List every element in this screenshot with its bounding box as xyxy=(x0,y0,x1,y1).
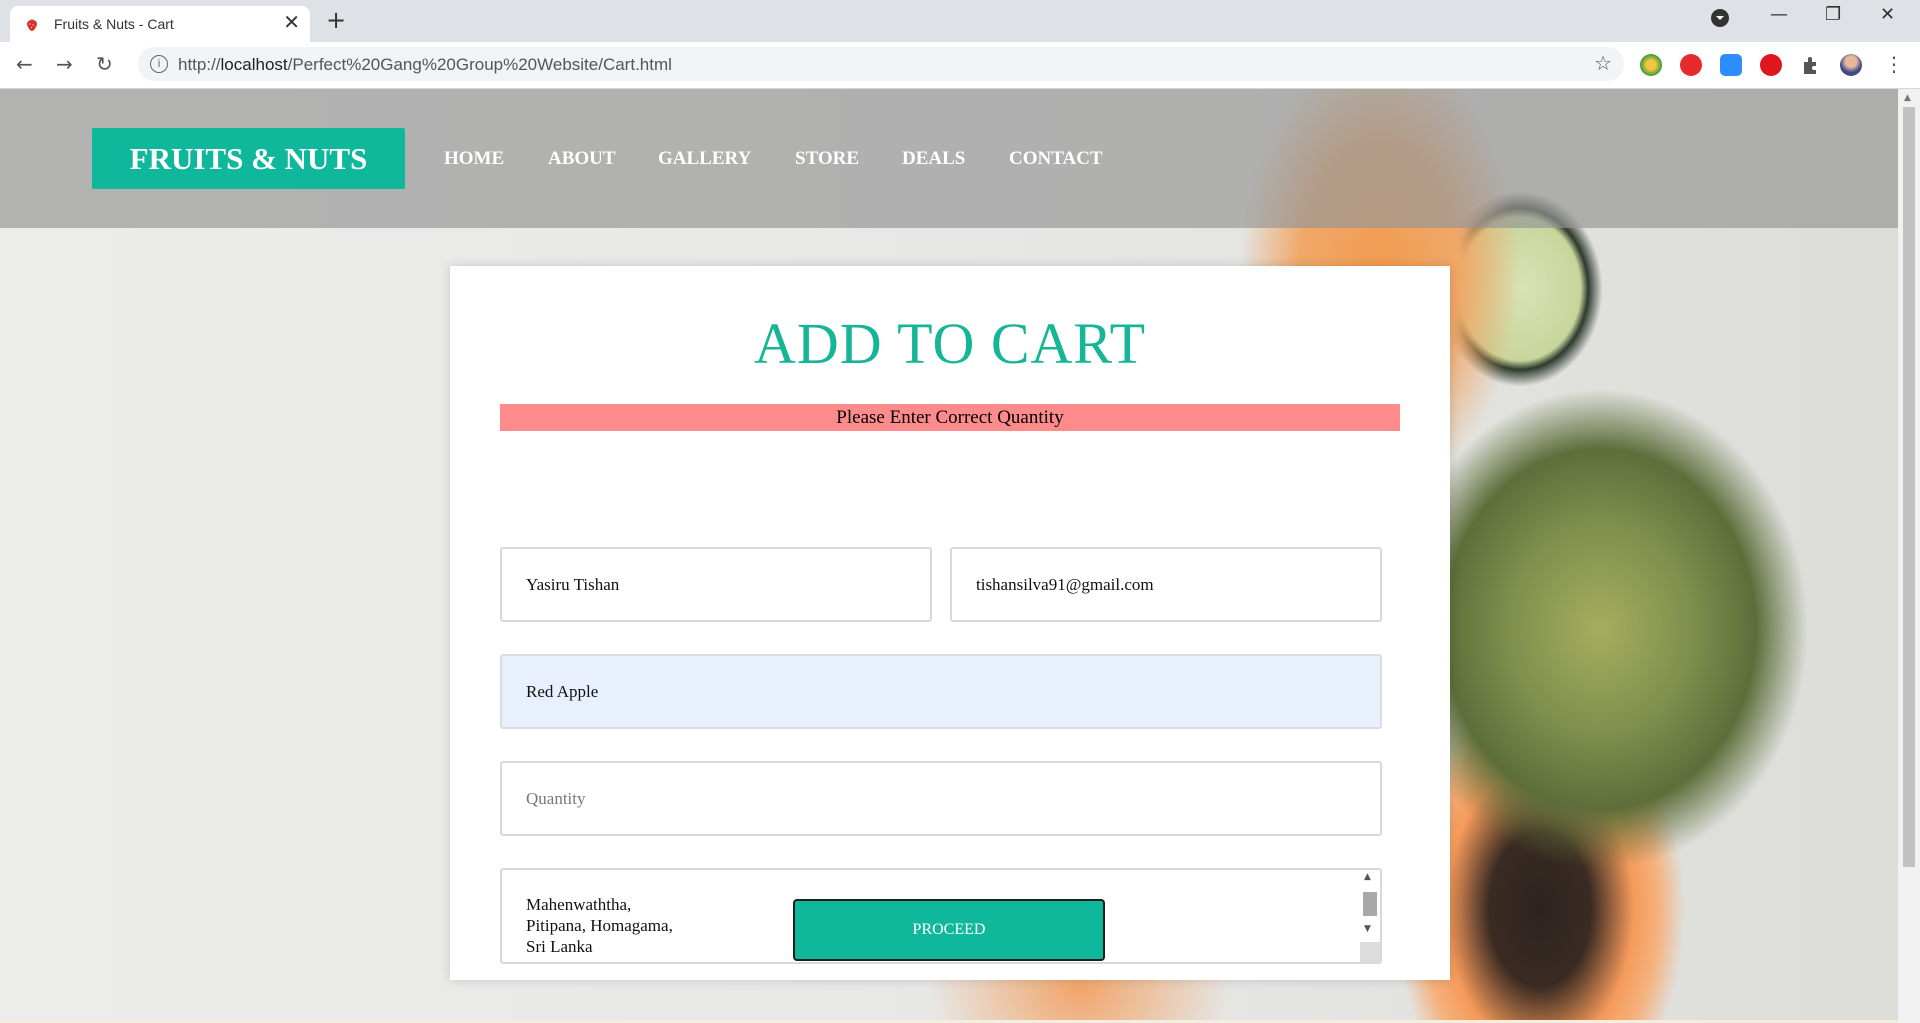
browser-tab[interactable]: Fruits & Nuts - Cart ✕ xyxy=(10,6,310,42)
extension-opera-icon[interactable] xyxy=(1760,54,1782,76)
strawberry-favicon-icon xyxy=(27,18,37,31)
site-header: FRUITS & NUTS HOME ABOUT GALLERY STORE D… xyxy=(0,89,1898,228)
proceed-button[interactable]: PROCEED xyxy=(793,899,1105,961)
url-host: localhost xyxy=(220,55,288,74)
cart-form-card: ADD TO CART Please Enter Correct Quantit… xyxy=(450,266,1450,980)
back-arrow-icon[interactable]: ← xyxy=(16,52,33,76)
nav-gallery[interactable]: GALLERY xyxy=(658,148,751,170)
nav-deals[interactable]: DEALS xyxy=(902,148,965,170)
tab-close-icon[interactable]: ✕ xyxy=(283,12,300,34)
product-field[interactable] xyxy=(500,654,1382,729)
scroll-thumb[interactable] xyxy=(1363,892,1377,916)
scroll-up-icon[interactable]: ▲ xyxy=(1364,872,1371,882)
url-bar[interactable]: i http://localhost/Perfect%20Gang%20Grou… xyxy=(138,47,1624,81)
extension-globe-icon[interactable] xyxy=(1640,54,1662,76)
nav-contact[interactable]: CONTACT xyxy=(1009,148,1103,170)
browser-tab-strip: Fruits & Nuts - Cart ✕ + — ❐ ✕ xyxy=(0,0,1920,42)
minimize-button[interactable]: — xyxy=(1770,4,1788,25)
resize-grip-icon[interactable] xyxy=(1360,942,1380,962)
url-prefix: http:// xyxy=(178,55,221,74)
close-window-button[interactable]: ✕ xyxy=(1880,4,1895,25)
scroll-down-icon[interactable]: ▼ xyxy=(1364,924,1371,934)
name-field[interactable] xyxy=(500,547,932,622)
tab-search-icon[interactable] xyxy=(1710,8,1730,33)
forward-arrow-icon[interactable]: → xyxy=(56,52,73,76)
zoom-extension-icon[interactable] xyxy=(1720,54,1742,76)
page-title: ADD TO CART xyxy=(753,311,1147,376)
page-scrollbar[interactable]: ▲ xyxy=(1898,89,1920,1023)
tab-title: Fruits & Nuts - Cart xyxy=(54,16,174,32)
quantity-field[interactable] xyxy=(500,761,1382,836)
new-tab-button[interactable]: + xyxy=(326,6,346,34)
url-path: /Perfect%20Gang%20Group%20Website/Cart.h… xyxy=(287,55,672,74)
page-scroll-thumb[interactable] xyxy=(1903,107,1915,867)
page-viewport: FRUITS & NUTS HOME ABOUT GALLERY STORE D… xyxy=(0,89,1898,1023)
url-text: http://localhost/Perfect%20Gang%20Group%… xyxy=(178,55,672,75)
reload-icon[interactable]: ↻ xyxy=(96,52,113,76)
profile-avatar[interactable] xyxy=(1840,54,1862,76)
restore-button[interactable]: ❐ xyxy=(1825,4,1841,25)
site-logo[interactable]: FRUITS & NUTS xyxy=(92,128,405,189)
nav-about[interactable]: ABOUT xyxy=(548,148,616,170)
email-field[interactable] xyxy=(950,547,1382,622)
browser-menu-icon[interactable]: ⋮ xyxy=(1884,52,1904,76)
extensions-icon[interactable] xyxy=(1800,54,1822,76)
nav-store[interactable]: STORE xyxy=(795,148,859,170)
info-icon[interactable]: i xyxy=(150,55,168,73)
extension-m-icon[interactable] xyxy=(1680,54,1702,76)
address-toolbar: ← → ↻ i http://localhost/Perfect%20Gang%… xyxy=(0,42,1920,89)
address-scrollbar[interactable]: ▲ ▼ xyxy=(1360,870,1380,964)
star-icon[interactable]: ☆ xyxy=(1594,51,1612,75)
page-scroll-up-icon[interactable]: ▲ xyxy=(1904,93,1911,103)
nav-home[interactable]: HOME xyxy=(444,148,504,170)
error-alert: Please Enter Correct Quantity xyxy=(500,404,1400,431)
